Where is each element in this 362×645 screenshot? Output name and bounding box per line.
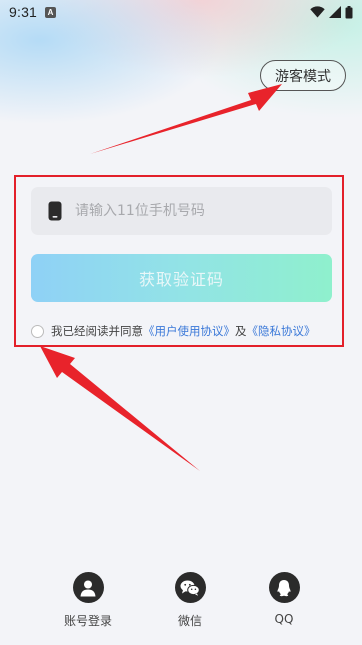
wechat-login-button[interactable]: 微信 bbox=[160, 572, 220, 629]
phone-input[interactable] bbox=[75, 203, 305, 219]
phone-field[interactable] bbox=[31, 187, 332, 235]
get-code-button[interactable]: 获取验证码 bbox=[31, 254, 332, 302]
notification-a-icon: A bbox=[45, 6, 57, 18]
privacy-agreement-link[interactable]: 《隐私协议》 bbox=[247, 323, 316, 339]
agreement-prefix: 我已经阅读并同意 bbox=[51, 324, 143, 338]
phone-icon bbox=[48, 201, 62, 221]
agreement-checkbox[interactable] bbox=[31, 324, 44, 338]
account-login-button[interactable]: 账号登录 bbox=[58, 572, 118, 629]
user-agreement-link[interactable]: 《用户使用协议》 bbox=[143, 323, 235, 339]
status-icons bbox=[310, 5, 353, 19]
status-time: 9:31 bbox=[9, 4, 38, 20]
guest-mode-button[interactable]: 游客模式 bbox=[260, 60, 346, 91]
agreement-row: 我已经阅读并同意 《用户使用协议》 及 《隐私协议》 bbox=[31, 322, 316, 340]
wechat-label: 微信 bbox=[177, 614, 202, 628]
battery-icon bbox=[345, 5, 353, 18]
account-login-label: 账号登录 bbox=[63, 614, 112, 628]
signal-icon bbox=[329, 6, 341, 18]
qq-login-button[interactable]: QQ bbox=[254, 572, 314, 626]
user-icon bbox=[72, 572, 104, 603]
status-bar: 9:31 A bbox=[0, 0, 362, 24]
agreement-and: 及 bbox=[235, 324, 247, 338]
wechat-icon bbox=[174, 572, 206, 603]
qq-label: QQ bbox=[274, 612, 294, 626]
wifi-icon bbox=[310, 6, 325, 18]
qq-icon bbox=[268, 572, 300, 603]
